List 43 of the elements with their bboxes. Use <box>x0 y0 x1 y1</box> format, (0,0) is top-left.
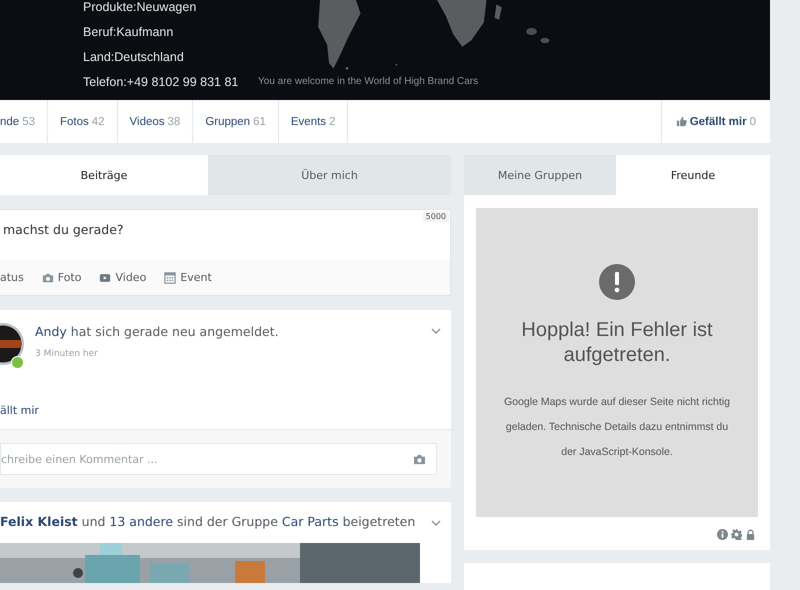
sidebar-tab[interactable]: Meine Gruppen <box>464 155 616 195</box>
profile-detail: Telefon:+49 8102 99 831 81 <box>83 74 240 91</box>
error-title: Hoppla! Ein Fehler ist aufgetreten. <box>520 318 714 368</box>
post-type-button[interactable]: Event <box>164 271 212 284</box>
profile-link[interactable]: Car Parts <box>282 514 339 529</box>
nav-link[interactable]: Gruppen 61 <box>193 100 279 143</box>
profile-detail: Land:Deutschland <box>83 49 185 66</box>
profile-detail: Beruf:Kaufmann <box>83 24 174 41</box>
nav-link[interactable]: nde 53 <box>0 100 48 143</box>
like-link[interactable]: ällt mir <box>0 404 39 417</box>
thumbs-up-icon <box>676 116 687 127</box>
post-type-button[interactable]: Video <box>99 271 146 284</box>
profile-detail: Produkte:Neuwagen <box>83 0 198 16</box>
chevron-down-icon[interactable] <box>431 328 441 334</box>
nav-link[interactable]: Events 2 <box>278 100 348 143</box>
warning-icon <box>599 264 635 300</box>
profile-link[interactable]: Andy <box>35 324 67 339</box>
calendar-icon <box>164 272 176 284</box>
activity-text: Andy hat sich gerade neu angemeldet. <box>35 324 280 339</box>
profile-link[interactable]: Felix Kleist <box>0 514 78 529</box>
timestamp: 3 Minuten her <box>35 349 98 359</box>
chevron-down-icon[interactable] <box>431 520 441 526</box>
settings-icon[interactable] <box>731 529 742 540</box>
like-link[interactable]: Gefällt mir 0 <box>660 100 770 143</box>
comment-field[interactable]: chreibe einen Kommentar ... <box>0 443 437 475</box>
profile-link[interactable]: 13 andere <box>109 514 174 529</box>
profile-tab[interactable]: Über mich <box>208 155 451 195</box>
nav-link[interactable]: Videos 38 <box>118 100 194 143</box>
status-input[interactable]: machst du gerade? <box>0 210 403 237</box>
error-message: Google Maps wurde auf dieser Seite nicht richtig geladen. Technische Details dazu entnimmst du der JavaScript-Konsole. <box>503 395 731 460</box>
camera-icon <box>42 272 54 284</box>
lock-icon[interactable] <box>745 529 756 540</box>
camera-icon[interactable] <box>413 454 426 464</box>
character-counter: 5000 <box>422 211 449 222</box>
header-caption: You are welcome in the World of High Brand Cars <box>258 76 480 87</box>
post-type-button[interactable]: atus <box>0 271 24 284</box>
play-icon <box>99 272 112 284</box>
nav-link[interactable]: Fotos 42 <box>48 100 118 143</box>
post-type-button[interactable]: Foto <box>42 271 82 284</box>
status-field[interactable]: machst du gerade? 5000 <box>0 210 450 260</box>
profile-tab[interactable]: Beiträge <box>0 155 208 195</box>
activity-text: Felix Kleist und 13 andere sind der Gruppe Car Parts beigetreten <box>0 514 416 529</box>
info-icon[interactable] <box>717 529 728 540</box>
